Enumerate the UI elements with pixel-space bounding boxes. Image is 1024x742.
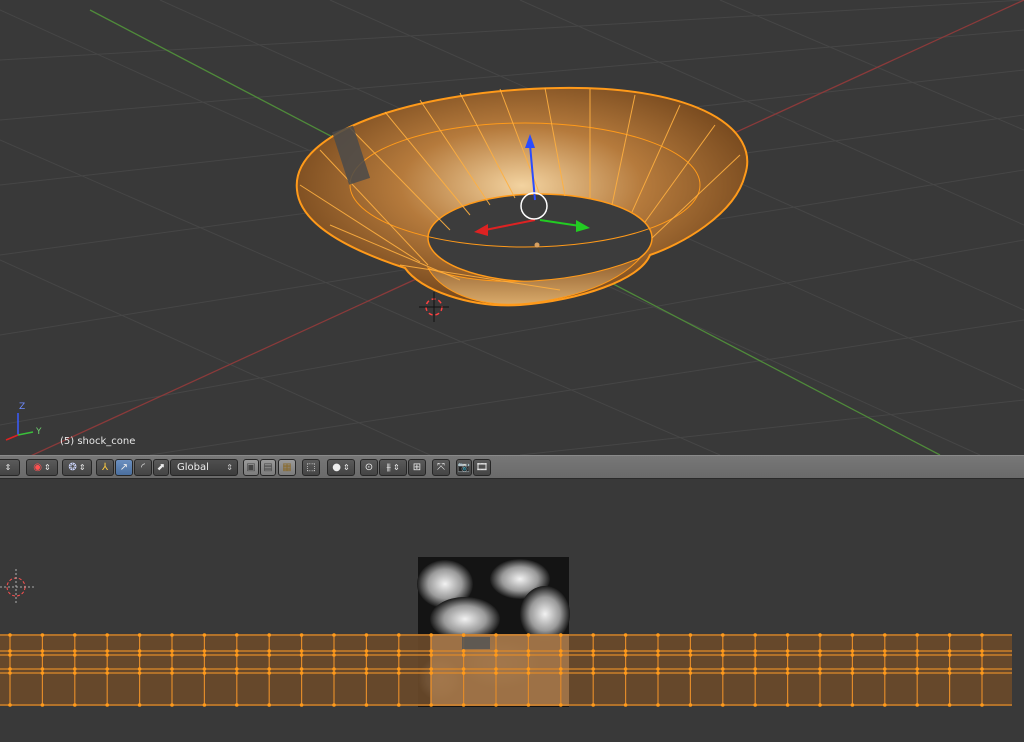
2d-cursor-icon xyxy=(0,569,36,605)
translate-manipulator-button[interactable]: ↗ xyxy=(115,459,133,476)
vertex-select-icon: ▣ xyxy=(246,462,256,473)
gizmo-y-label: Y xyxy=(36,427,42,437)
snap-icon: ❂ xyxy=(68,462,77,473)
dropdown-arrows-icon: ⇕ xyxy=(392,463,400,472)
opengl-render-icon: ⤧ xyxy=(437,462,445,473)
edge-select-button[interactable]: ▤ xyxy=(260,459,276,476)
scale-manipulator-button[interactable]: ⬈ xyxy=(153,459,169,476)
manipulator-icon: ⅄ xyxy=(101,462,109,473)
snap-toggle-button[interactable]: ⊙ xyxy=(360,459,378,476)
manipulator-toggle-button[interactable]: ⅄ xyxy=(96,459,114,476)
magnet-icon: ⊙ xyxy=(364,462,374,473)
dropdown-arrows-icon: ⇕ xyxy=(78,463,86,472)
proportional-edit-icon: ◉ xyxy=(33,462,43,473)
pivot-point-dropdown[interactable]: ⇕ xyxy=(0,459,20,476)
snap-element-icon: ⫵ xyxy=(386,462,391,473)
uv-mesh-strip[interactable] xyxy=(0,633,1012,707)
transform-orientation-value: Global xyxy=(177,462,209,473)
scale-manipulator-icon: ⬈ xyxy=(156,462,166,473)
viewport-header-toolbar: ⇕ ◉ ⇕ ❂ ⇕ ⅄ ↗ ◜ ⬈ Global ⇕ ▣ ▤ ▦ ⬚ ● ⇕ ⊙… xyxy=(0,455,1024,479)
render-button[interactable]: 📷 xyxy=(456,459,472,476)
opengl-render-button[interactable]: ⤧ xyxy=(432,459,450,476)
shock-cone-mesh[interactable] xyxy=(295,86,749,307)
active-object-label: (5) shock_cone xyxy=(60,436,136,447)
snap-target-button[interactable]: ⊞ xyxy=(408,459,426,476)
snap-target-icon: ⊞ xyxy=(412,462,422,473)
3d-viewport[interactable]: Z Y (5) shock_cone xyxy=(0,0,1024,455)
render-icon: 📷 xyxy=(457,462,471,473)
proportional-falloff-dropdown[interactable]: ● ⇕ xyxy=(327,459,355,476)
dropdown-arrows-icon: ⇕ xyxy=(226,463,233,472)
limit-selection-button[interactable]: ⬚ xyxy=(302,459,320,476)
snap-dropdown[interactable]: ❂ ⇕ xyxy=(62,459,92,476)
rotate-manipulator-button[interactable]: ◜ xyxy=(134,459,152,476)
face-select-icon: ▦ xyxy=(282,462,292,473)
face-select-button[interactable]: ▦ xyxy=(278,459,296,476)
vertex-select-button[interactable]: ▣ xyxy=(243,459,259,476)
transform-orientation-select[interactable]: Global ⇕ xyxy=(170,459,238,476)
dropdown-arrows-icon: ⇕ xyxy=(44,463,51,472)
dropdown-arrows-icon: ⇕ xyxy=(4,463,12,472)
uv-editor-canvas xyxy=(0,557,1012,707)
axis-gizmo-icon xyxy=(5,413,34,441)
translate-manipulator-icon: ↗ xyxy=(119,462,129,473)
snap-element-dropdown[interactable]: ⫵ ⇕ xyxy=(379,459,407,476)
rotate-manipulator-icon: ◜ xyxy=(141,462,145,473)
render-animation-button[interactable]: 🎞 xyxy=(473,459,491,476)
3d-cursor-icon xyxy=(419,292,449,322)
edge-select-icon: ▤ xyxy=(263,462,273,473)
uv-image-editor[interactable] xyxy=(0,479,1024,742)
falloff-icon: ● xyxy=(332,462,342,473)
dropdown-arrows-icon: ⇕ xyxy=(343,463,350,472)
gizmo-z-label: Z xyxy=(19,402,26,412)
limit-selection-icon: ⬚ xyxy=(306,462,316,473)
proportional-edit-dropdown[interactable]: ◉ ⇕ xyxy=(26,459,58,476)
render-animation-icon: 🎞 xyxy=(475,462,489,473)
viewport-scene xyxy=(0,0,1024,455)
